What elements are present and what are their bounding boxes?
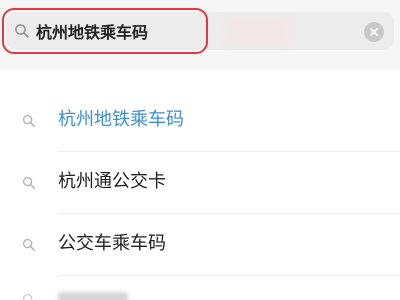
app-screen: 杭州地铁乘车码 杭州通公交卡 公交车乘车码: [0, 0, 400, 300]
search-icon: [22, 292, 36, 300]
search-icon: [22, 113, 36, 128]
suggestion-item[interactable]: 杭州地铁乘车码: [0, 90, 400, 152]
suggestion-item[interactable]: 杭州通公交卡: [0, 152, 400, 214]
clear-icon[interactable]: [364, 22, 384, 42]
divider: [58, 275, 400, 276]
search-input[interactable]: [36, 14, 186, 48]
suggestion-list: 杭州地铁乘车码 杭州通公交卡 公交车乘车码: [0, 90, 400, 276]
suggestion-label: 杭州地铁乘车码: [58, 109, 184, 130]
search-header: [0, 0, 400, 70]
suggestion-item[interactable]: 公交车乘车码: [0, 214, 400, 276]
search-icon: [22, 175, 36, 190]
search-icon: [14, 23, 30, 39]
blurred-region: [222, 16, 292, 46]
partially-visible-suggestion: [58, 292, 128, 300]
search-icon: [22, 237, 36, 252]
suggestion-label: 杭州通公交卡: [58, 171, 166, 192]
suggestion-label: 公交车乘车码: [58, 233, 166, 254]
